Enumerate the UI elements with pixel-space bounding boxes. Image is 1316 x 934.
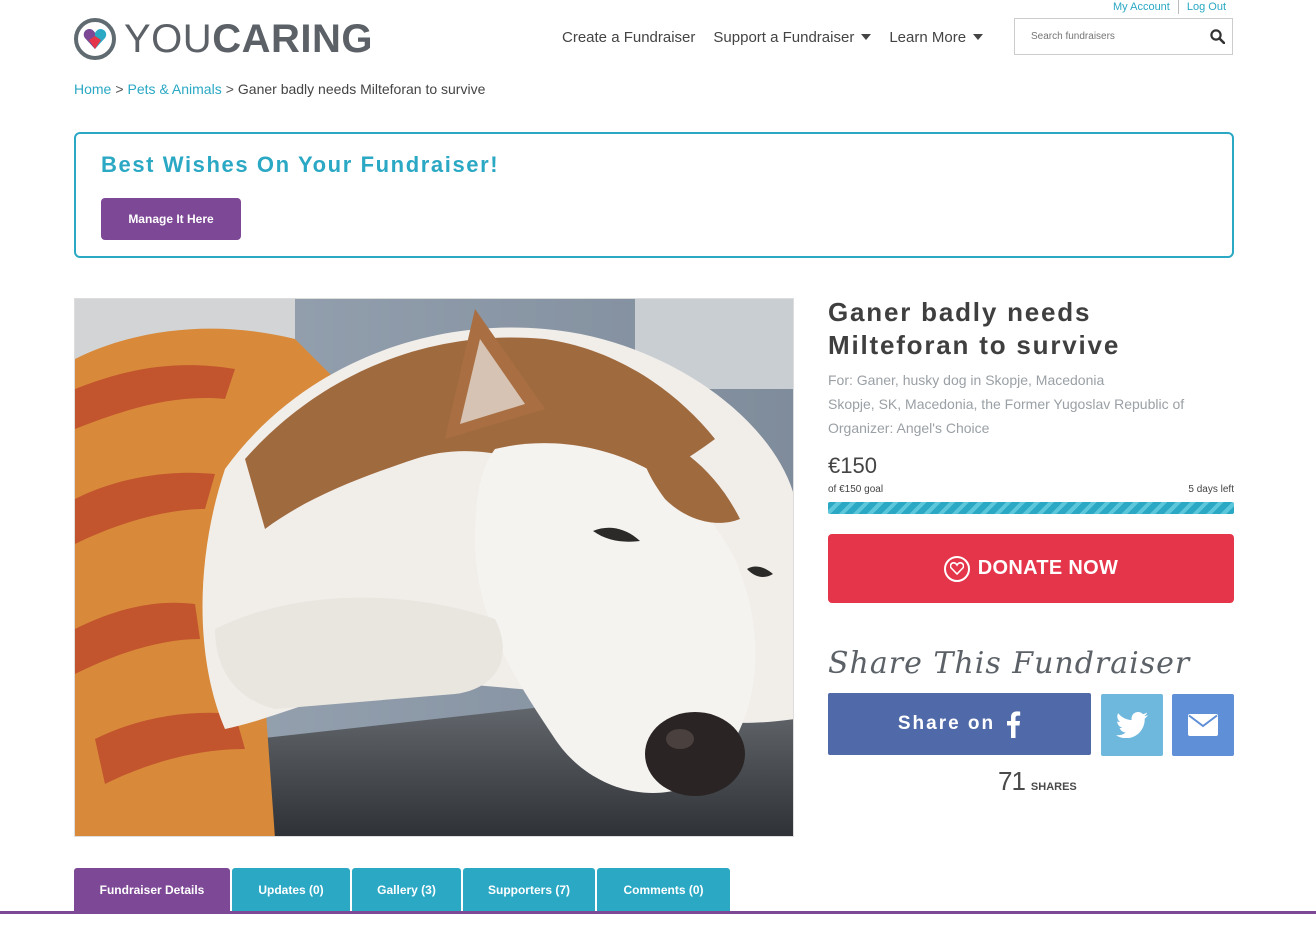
search-box (1014, 18, 1233, 55)
share-facebook-button[interactable]: Share on (828, 693, 1091, 755)
nav-learn-more[interactable]: Learn More (889, 26, 984, 48)
owner-notice-box: Best Wishes On Your Fundraiser! Manage I… (74, 132, 1234, 258)
main-nav: Create a Fundraiser Support a Fundraiser… (562, 26, 1001, 48)
caret-down-icon (861, 34, 872, 40)
donate-now-label: DONATE NOW (977, 557, 1119, 579)
fundraiser-tabs: Fundraiser Details Updates (0) Gallery (… (74, 868, 732, 911)
fundraiser-location: Skopje, SK, Macedonia, the Former Yugosl… (828, 396, 1185, 412)
fundraiser-title-line2: Milteforan to survive (828, 330, 1121, 360)
share-facebook-label: Share on (897, 713, 996, 734)
share-count-number: 71 (998, 766, 1026, 796)
logo-wordmark: YOUCARING (124, 18, 373, 60)
nav-support-fundraiser[interactable]: Support a Fundraiser (713, 26, 872, 48)
breadcrumb-separator: > (115, 81, 124, 97)
days-left: 5 days left (1188, 484, 1234, 495)
heart-logo-icon (74, 18, 116, 60)
share-email-button[interactable] (1172, 694, 1234, 756)
manage-fundraiser-button[interactable]: Manage It Here (101, 198, 241, 240)
amount-raised: €150 (828, 453, 877, 478)
twitter-icon (1116, 712, 1148, 738)
fundraiser-organizer: Organizer: Angel's Choice (828, 420, 990, 436)
nav-support-label: Support a Fundraiser (713, 28, 855, 46)
breadcrumb-separator: > (225, 81, 234, 97)
tab-underline (0, 911, 1316, 914)
nav-learn-label: Learn More (889, 28, 967, 46)
search-button[interactable] (1202, 19, 1232, 54)
share-count: 71 SHARES (998, 766, 1077, 797)
tab-updates[interactable]: Updates (0) (232, 868, 350, 911)
breadcrumb-category[interactable]: Pets & Animals (128, 81, 222, 97)
share-heading: Share This Fundraiser (828, 646, 1191, 681)
fundraiser-title-line1: Ganer badly needs (828, 297, 1092, 327)
heart-icon (943, 555, 970, 582)
donate-now-button[interactable]: DONATE NOW (828, 534, 1234, 603)
log-out-link[interactable]: Log Out (1179, 0, 1234, 14)
search-icon (1209, 29, 1225, 44)
facebook-icon (1007, 711, 1021, 738)
youcaring-logo[interactable]: YOUCARING (74, 18, 373, 60)
breadcrumb: Home > Pets & Animals > Ganer badly needs Mi… (74, 81, 485, 97)
tab-fundraiser-details[interactable]: Fundraiser Details (74, 868, 230, 911)
dog-photo-illustration (75, 299, 793, 836)
progress-bar (828, 502, 1234, 514)
goal-text: of €150 goal (828, 484, 884, 495)
fundraiser-title: Ganer badly needs Milteforan to survive (828, 296, 1234, 362)
fundraiser-photo[interactable] (74, 298, 794, 837)
breadcrumb-current: Ganer badly needs Milteforan to survive (237, 81, 486, 97)
my-account-link[interactable]: My Account (1105, 0, 1178, 14)
account-links: My Account Log Out (1105, 0, 1234, 14)
logo-you: YOU (124, 17, 213, 61)
share-count-label: SHARES (1030, 781, 1077, 793)
caret-down-icon (973, 34, 984, 40)
tab-comments[interactable]: Comments (0) (597, 868, 730, 911)
fundraiser-beneficiary: For: Ganer, husky dog in Skopje, Macedon… (828, 372, 1105, 388)
goal-row: of €150 goal 5 days left (828, 484, 1234, 495)
nav-create-fundraiser[interactable]: Create a Fundraiser (562, 26, 695, 48)
nav-create-label: Create a Fundraiser (562, 28, 696, 46)
fundraiser-meta: For: Ganer, husky dog in Skopje, Macedon… (828, 368, 1234, 440)
tab-supporters[interactable]: Supporters (7) (463, 868, 595, 911)
envelope-icon (1188, 714, 1218, 736)
search-input[interactable] (1029, 30, 1202, 43)
logo-caring: CARING (212, 17, 373, 61)
breadcrumb-home[interactable]: Home (74, 81, 111, 97)
tab-gallery[interactable]: Gallery (3) (352, 868, 461, 911)
fundraiser-info: Ganer badly needs Milteforan to survive … (828, 296, 1234, 440)
share-twitter-button[interactable] (1101, 694, 1163, 756)
owner-notice-title: Best Wishes On Your Fundraiser! (101, 152, 500, 177)
